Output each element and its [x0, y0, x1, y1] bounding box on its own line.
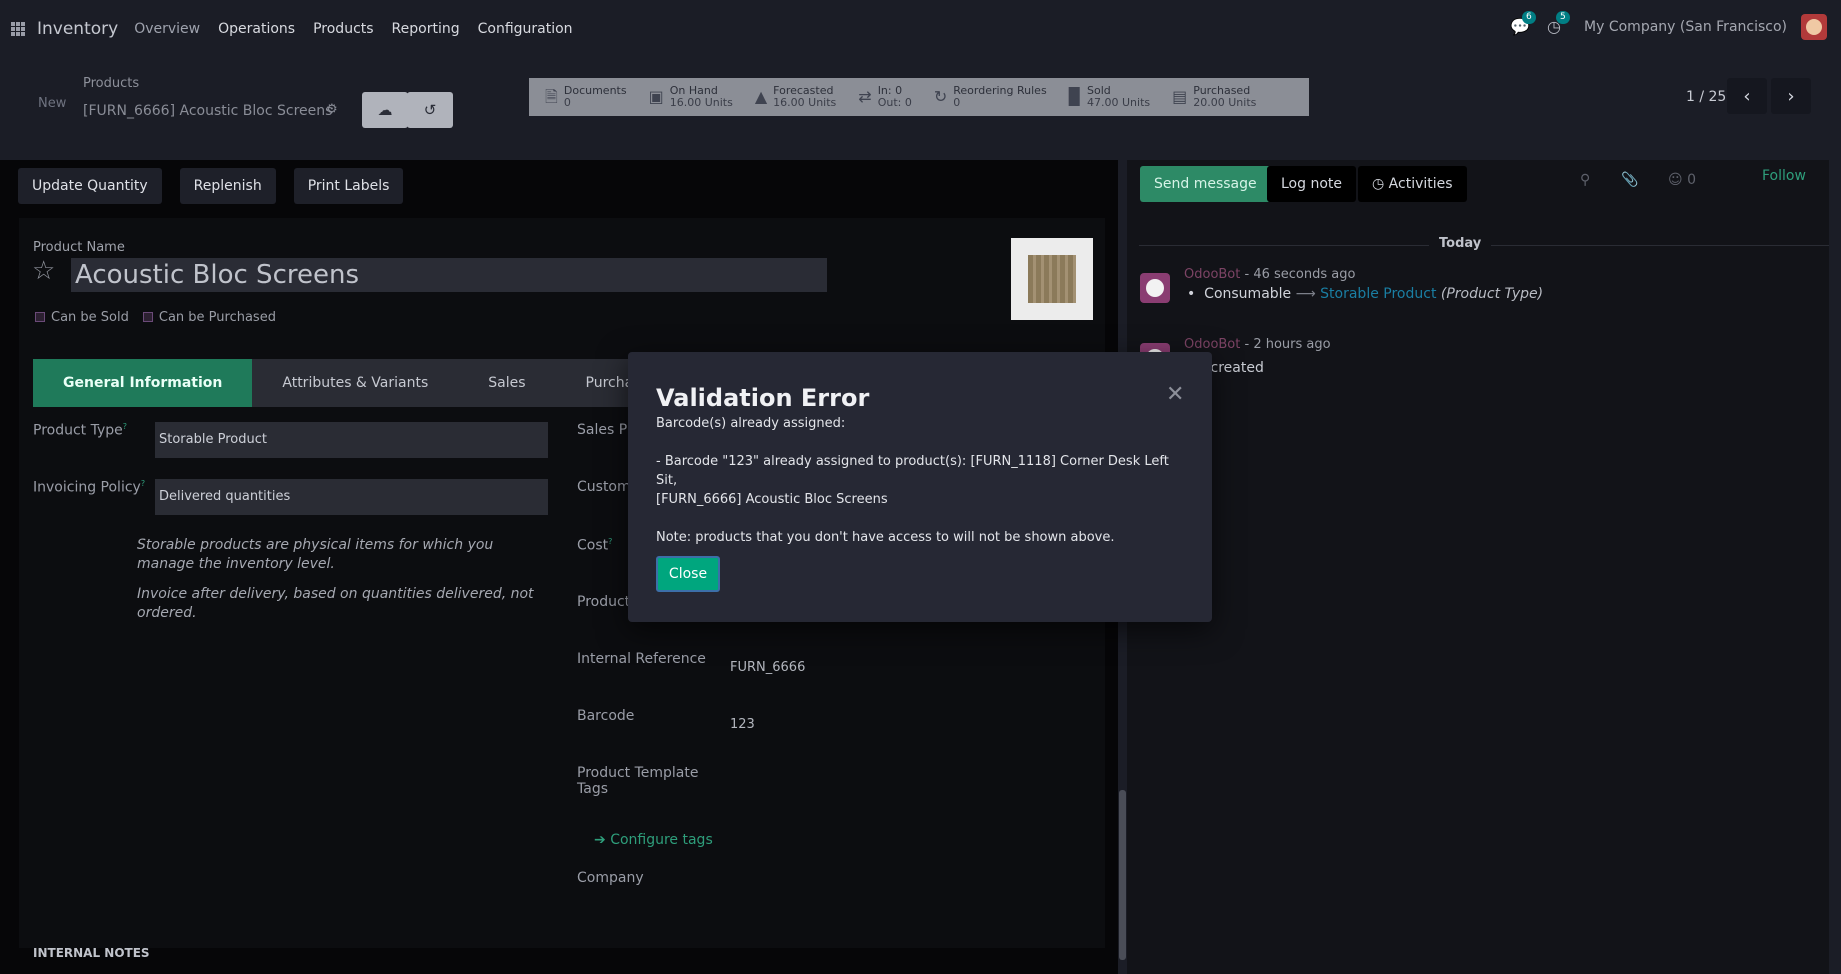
dialog-note: Note: products that you don't have acces…: [656, 530, 1115, 545]
validation-error-dialog: Validation Error ✕ Barcode(s) already as…: [628, 352, 1212, 622]
close-icon[interactable]: ✕: [1166, 382, 1184, 407]
dialog-body: Barcode(s) already assigned: - Barcode "…: [656, 414, 1176, 566]
dialog-line-1: Barcode(s) already assigned:: [656, 416, 846, 431]
dialog-title: Validation Error: [656, 384, 870, 412]
dialog-line-3: [FURN_6666] Acoustic Bloc Screens: [656, 492, 888, 507]
close-button[interactable]: Close: [656, 556, 720, 592]
dialog-line-2: - Barcode "123" already assigned to prod…: [656, 454, 1169, 488]
